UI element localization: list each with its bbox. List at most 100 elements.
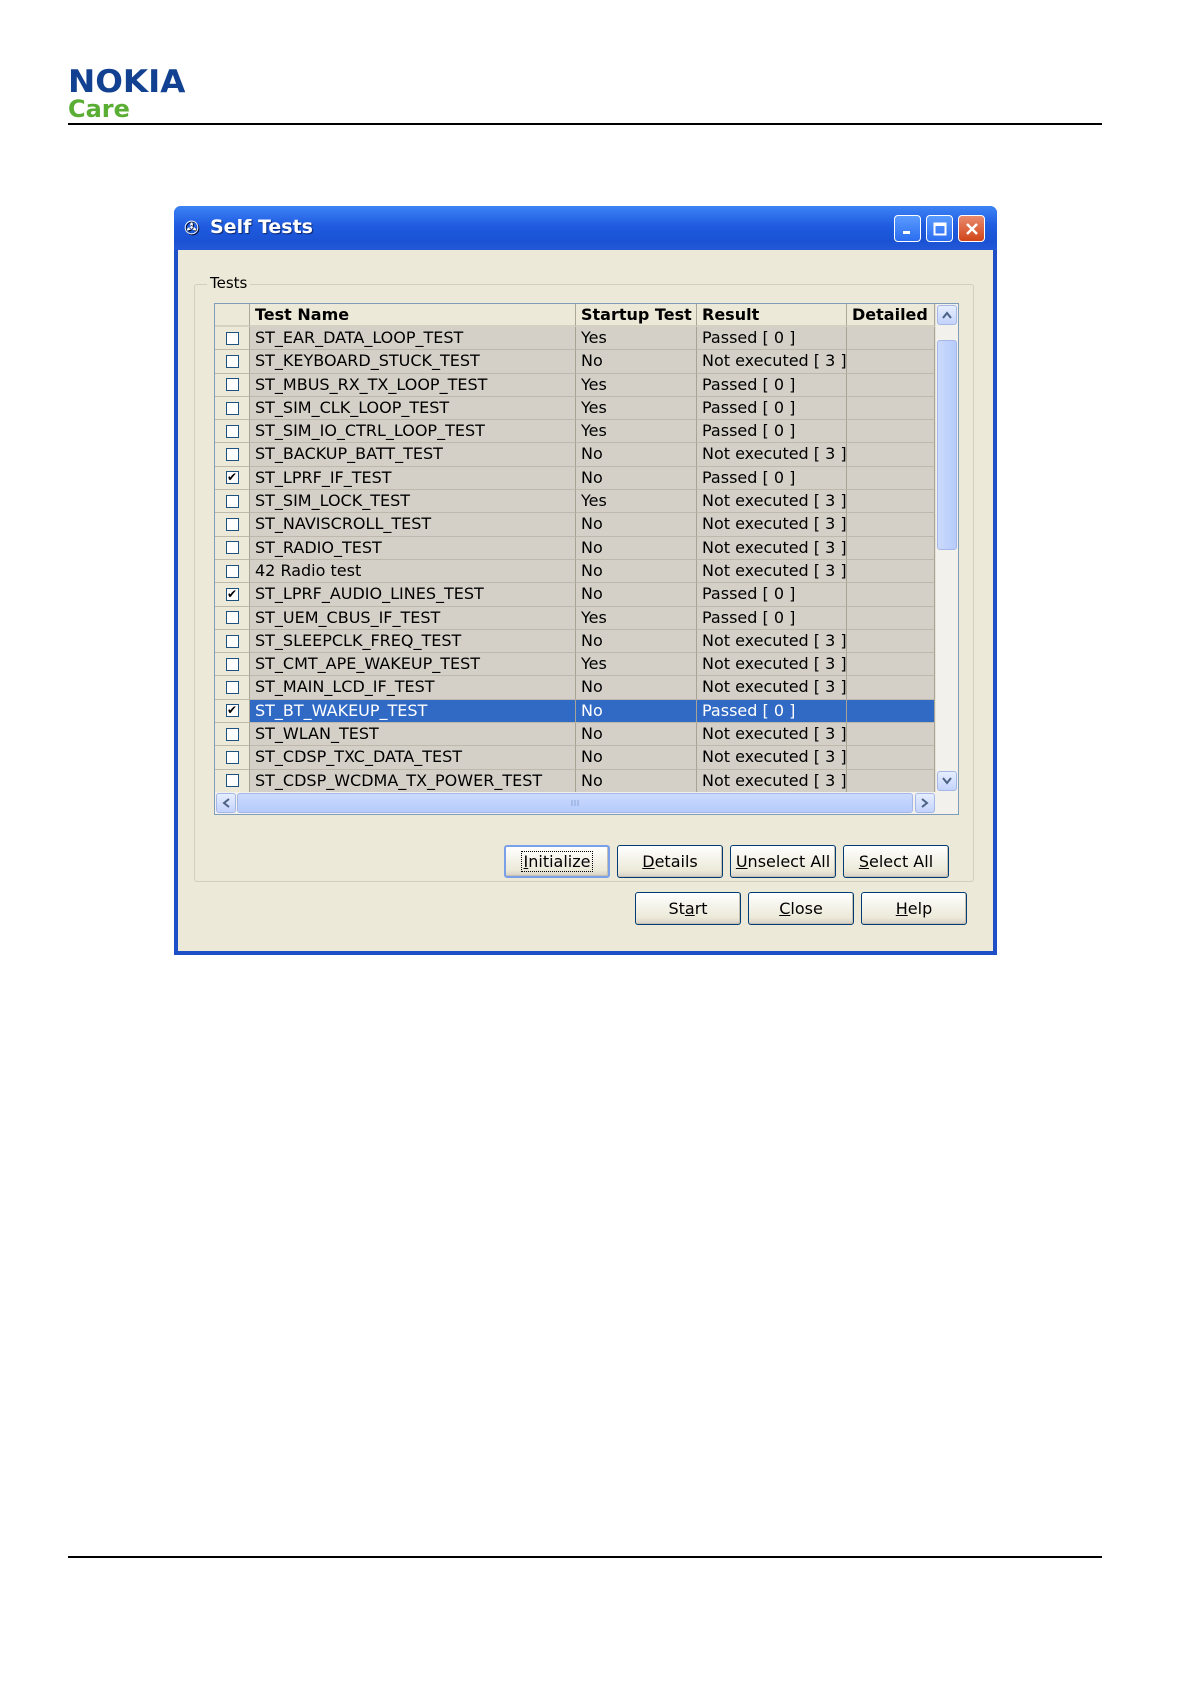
col-header-check[interactable] xyxy=(215,304,250,327)
row-checkbox[interactable] xyxy=(225,611,239,625)
scroll-up-button[interactable] xyxy=(937,305,957,325)
row-checkbox[interactable] xyxy=(225,564,239,578)
row-checkbox[interactable]: ✔ xyxy=(225,587,239,601)
row-checkbox-cell[interactable]: ✔ xyxy=(215,699,250,724)
scroll-down-button[interactable] xyxy=(937,771,957,791)
startup-test-cell: No xyxy=(576,723,697,747)
row-checkbox-cell[interactable]: ✔ xyxy=(215,466,250,491)
table-row[interactable]: ✔ ST_LPRF_AUDIO_LINES_TEST No Passed [ 0 ] xyxy=(215,583,935,607)
start-button[interactable]: St a rt xyxy=(635,892,741,925)
table-row[interactable]: ST_CDSP_WCDMA_TX_POWER_TEST No Not execute… xyxy=(215,769,935,793)
row-checkbox-cell[interactable] xyxy=(215,606,250,630)
close-button[interactable]: Close xyxy=(748,892,854,925)
row-checkbox[interactable] xyxy=(225,657,239,671)
row-checkbox[interactable] xyxy=(225,750,239,764)
table-row[interactable]: ST_CDSP_TXC_DATA_TEST No Not executed [ 3 … xyxy=(215,746,935,770)
col-header-result[interactable]: Result xyxy=(697,304,847,327)
grip-icon xyxy=(571,800,579,806)
table-row[interactable]: ST_SIM_CLK_LOOP_TEST Yes Passed [ 0 ] xyxy=(215,396,935,421)
row-checkbox-cell[interactable] xyxy=(215,373,250,397)
row-checkbox[interactable]: ✔ xyxy=(225,704,239,718)
vertical-scrollbar[interactable] xyxy=(935,304,958,792)
row-checkbox[interactable] xyxy=(225,518,239,532)
row-checkbox[interactable]: ✔ xyxy=(225,471,239,485)
row-checkbox-cell[interactable] xyxy=(215,513,250,537)
detailed-cell xyxy=(847,676,935,700)
details-button[interactable]: Details xyxy=(617,845,723,878)
row-checkbox-cell[interactable] xyxy=(215,327,250,351)
table-row[interactable]: ST_SLEEPCLK_FREQ_TEST No Not executed [ 3 … xyxy=(215,629,935,654)
select-all-button[interactable]: Select All xyxy=(843,845,949,878)
close-window-button[interactable] xyxy=(958,215,985,242)
row-checkbox[interactable] xyxy=(225,331,239,345)
row-checkbox[interactable] xyxy=(225,634,239,648)
unselect-all-button[interactable]: Unselect All xyxy=(730,845,836,878)
table-row[interactable]: ST_KEYBOARD_STUCK_TEST No Not executed [ 3… xyxy=(215,350,935,374)
row-checkbox-cell[interactable] xyxy=(215,350,250,374)
row-checkbox[interactable] xyxy=(225,681,239,695)
row-checkbox-cell[interactable] xyxy=(215,723,250,747)
test-name-cell: ST_MBUS_RX_TX_LOOP_TEST xyxy=(250,373,576,397)
result-cell: Not executed [ 3 ] xyxy=(697,746,847,770)
detailed-cell xyxy=(847,629,935,654)
footer-rule xyxy=(68,1556,1102,1558)
title-bar[interactable]: ✇ Self Tests xyxy=(174,206,997,250)
vertical-scroll-thumb[interactable] xyxy=(937,340,957,550)
table-row[interactable]: ✔ ST_LPRF_IF_TEST No Passed [ 0 ] xyxy=(215,466,935,491)
table-row[interactable]: ST_RADIO_TEST No Not executed [ 3 ] xyxy=(215,536,935,560)
row-checkbox-cell[interactable] xyxy=(215,536,250,560)
test-name-cell: ST_NAVISCROLL_TEST xyxy=(250,513,576,537)
row-checkbox[interactable] xyxy=(225,541,239,555)
table-row[interactable]: ST_MBUS_RX_TX_LOOP_TEST Yes Passed [ 0 ] xyxy=(215,373,935,397)
scroll-left-button[interactable] xyxy=(216,793,236,813)
horizontal-scrollbar[interactable] xyxy=(215,792,958,814)
nokia-care-logo: NOKIA Care xyxy=(68,66,185,122)
row-checkbox-cell[interactable] xyxy=(215,676,250,700)
row-checkbox[interactable] xyxy=(225,401,239,415)
table-row[interactable]: ST_EAR_DATA_LOOP_TEST Yes Passed [ 0 ] xyxy=(215,327,935,351)
table-row[interactable]: ST_BACKUP_BATT_TEST No Not executed [ 3 ] xyxy=(215,443,935,467)
table-row[interactable]: ST_SIM_LOCK_TEST Yes Not executed [ 3 ] xyxy=(215,490,935,514)
row-checkbox[interactable] xyxy=(225,448,239,462)
test-name-cell: ST_RADIO_TEST xyxy=(250,536,576,560)
row-checkbox[interactable] xyxy=(225,354,239,368)
initialize-button[interactable]: Initialize xyxy=(504,845,610,878)
startup-test-cell: No xyxy=(576,583,697,607)
row-checkbox-cell[interactable] xyxy=(215,443,250,467)
col-header-test-name[interactable]: Test Name xyxy=(250,304,576,327)
table-row[interactable]: ✔ ST_BT_WAKEUP_TEST No Passed [ 0 ] xyxy=(215,699,935,724)
horizontal-scroll-thumb[interactable] xyxy=(237,793,913,813)
col-header-startup-test[interactable]: Startup Test xyxy=(576,304,697,327)
table-row[interactable]: ST_CMT_APE_WAKEUP_TEST Yes Not executed [ … xyxy=(215,653,935,677)
col-header-detailed[interactable]: Detailed xyxy=(847,304,935,327)
table-row[interactable]: ST_SIM_IO_CTRL_LOOP_TEST Yes Passed [ 0 ] xyxy=(215,420,935,444)
row-checkbox-cell[interactable] xyxy=(215,746,250,770)
row-checkbox-cell[interactable] xyxy=(215,629,250,654)
table-row[interactable]: 42 Radio test No Not executed [ 3 ] xyxy=(215,559,935,584)
result-cell: Not executed [ 3 ] xyxy=(697,559,847,584)
row-checkbox-cell[interactable] xyxy=(215,653,250,677)
table-row[interactable]: ST_WLAN_TEST No Not executed [ 3 ] xyxy=(215,723,935,747)
row-checkbox-cell[interactable] xyxy=(215,769,250,793)
row-checkbox[interactable] xyxy=(225,774,239,788)
row-checkbox[interactable] xyxy=(225,424,239,438)
row-checkbox-cell[interactable] xyxy=(215,559,250,584)
detailed-cell xyxy=(847,723,935,747)
row-checkbox[interactable] xyxy=(225,378,239,392)
table-row[interactable]: ST_UEM_CBUS_IF_TEST Yes Passed [ 0 ] xyxy=(215,606,935,630)
row-checkbox[interactable] xyxy=(225,727,239,741)
row-checkbox-cell[interactable]: ✔ xyxy=(215,583,250,607)
table-row[interactable]: ST_NAVISCROLL_TEST No Not executed [ 3 ] xyxy=(215,513,935,537)
table-row[interactable]: ST_MAIN_LCD_IF_TEST No Not executed [ 3 ] xyxy=(215,676,935,700)
self-tests-window: ✇ Self Tests Tests Test Name Startup Tes… xyxy=(174,206,997,955)
maximize-button[interactable] xyxy=(926,215,953,242)
minimize-button[interactable] xyxy=(894,215,921,242)
startup-test-cell: No xyxy=(576,513,697,537)
row-checkbox-cell[interactable] xyxy=(215,420,250,444)
row-checkbox[interactable] xyxy=(225,494,239,508)
row-checkbox-cell[interactable] xyxy=(215,396,250,421)
scroll-right-button[interactable] xyxy=(915,793,935,813)
help-button[interactable]: Help xyxy=(861,892,967,925)
test-name-cell: ST_CDSP_WCDMA_TX_POWER_TEST xyxy=(250,769,576,793)
row-checkbox-cell[interactable] xyxy=(215,490,250,514)
